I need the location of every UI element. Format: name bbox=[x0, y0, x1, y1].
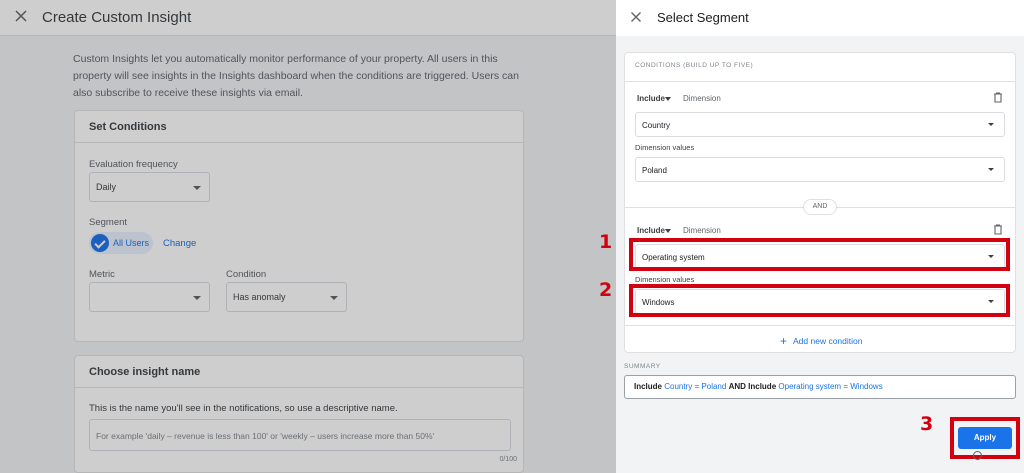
caret-down-icon bbox=[988, 168, 994, 171]
include-dropdown[interactable]: Include bbox=[637, 226, 665, 235]
dimension-select[interactable]: Country bbox=[635, 112, 1005, 137]
summary-label: SUMMARY bbox=[624, 363, 661, 370]
highlight-box-1 bbox=[629, 238, 1010, 271]
divider bbox=[625, 325, 1015, 326]
caret-down-icon bbox=[665, 97, 671, 101]
mouse-cursor-icon bbox=[973, 451, 982, 460]
summary-include: Include bbox=[748, 382, 777, 391]
highlight-box-3 bbox=[950, 417, 1020, 459]
divider bbox=[625, 81, 1015, 82]
panel-header: Select Segment bbox=[616, 0, 1024, 36]
caret-down-icon bbox=[665, 229, 671, 233]
modal-scrim[interactable] bbox=[0, 0, 616, 473]
summary-value: Windows bbox=[850, 382, 883, 391]
caret-down-icon bbox=[988, 123, 994, 126]
dimension-values-label: Dimension values bbox=[635, 143, 695, 152]
include-dropdown[interactable]: Include bbox=[637, 94, 665, 103]
add-condition-label: Add new condition bbox=[793, 336, 863, 346]
summary-equals: = bbox=[694, 382, 700, 391]
delete-icon[interactable] bbox=[993, 92, 1003, 103]
summary-include: Include bbox=[634, 382, 663, 391]
conditions-heading: CONDITIONS (BUILD UP TO FIVE) bbox=[635, 62, 754, 69]
create-custom-insight-dialog: Create Custom Insight Custom Insights le… bbox=[0, 0, 616, 473]
select-value: Poland bbox=[642, 166, 667, 175]
summary-and: AND bbox=[728, 382, 746, 391]
summary-equals: = bbox=[843, 382, 848, 391]
select-segment-panel: Select Segment CONDITIONS (BUILD UP TO F… bbox=[616, 0, 1024, 473]
delete-icon[interactable] bbox=[993, 224, 1003, 235]
plus-icon: + bbox=[780, 334, 788, 348]
dimension-values-select[interactable]: Poland bbox=[635, 157, 1005, 182]
step-number-3: 3 bbox=[920, 413, 934, 435]
summary-box: Include Country = Poland AND Include Ope… bbox=[624, 375, 1016, 399]
step-number-1: 1 bbox=[599, 231, 613, 253]
close-icon[interactable] bbox=[630, 11, 642, 23]
summary-dimension: Country bbox=[664, 382, 693, 391]
dimension-values-label: Dimension values bbox=[635, 275, 695, 284]
dimension-label: Dimension bbox=[683, 226, 721, 235]
add-new-condition-button[interactable]: + Add new condition bbox=[780, 334, 862, 348]
summary-dimension: Operating system bbox=[778, 382, 842, 391]
select-value: Country bbox=[642, 121, 671, 130]
panel-title: Select Segment bbox=[657, 10, 749, 25]
dimension-label: Dimension bbox=[683, 94, 721, 103]
highlight-box-2 bbox=[629, 284, 1010, 317]
step-number-2: 2 bbox=[599, 279, 613, 301]
and-separator: AND bbox=[803, 199, 837, 215]
summary-value: Poland bbox=[701, 382, 727, 391]
